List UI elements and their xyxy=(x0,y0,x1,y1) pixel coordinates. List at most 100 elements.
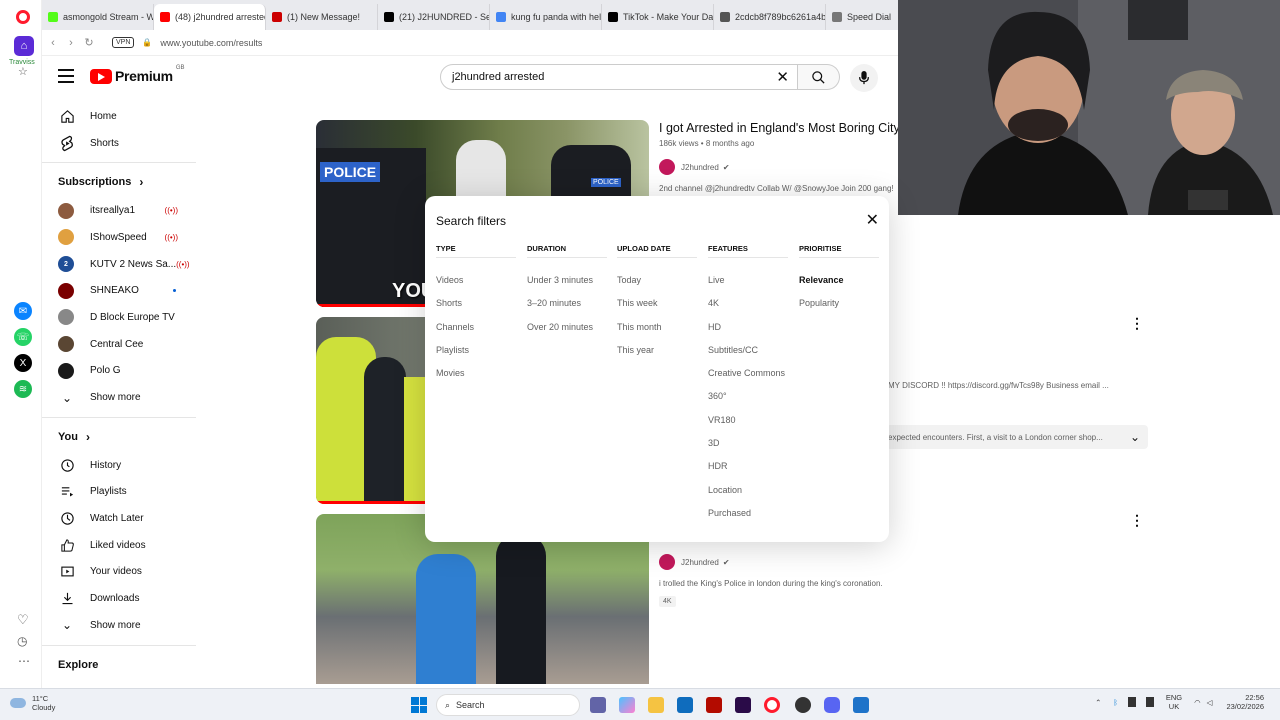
messenger-icon[interactable]: ✉ xyxy=(14,302,32,320)
filter-option[interactable]: VR180 xyxy=(708,415,788,438)
filter-option[interactable]: Videos xyxy=(436,275,516,298)
file-explorer-icon[interactable] xyxy=(648,697,664,713)
clock-icon[interactable]: ◷ xyxy=(17,634,27,648)
vpn-badge[interactable]: VPN xyxy=(112,37,135,48)
filter-option[interactable]: This month xyxy=(617,322,697,345)
workspace-star-icon[interactable]: ☆ xyxy=(18,65,28,78)
opera-icon[interactable] xyxy=(764,697,780,713)
guide-item-history[interactable]: History xyxy=(42,452,202,479)
tray-app-icon[interactable] xyxy=(1127,697,1136,707)
subscription-item[interactable]: D Block Europe TV xyxy=(42,304,202,331)
channel-name[interactable]: J2hundred xyxy=(681,163,719,172)
taskbar-search[interactable]: ⌕ Search xyxy=(436,694,580,716)
browser-tab[interactable]: 2cdcb8f789bc6261a4ba2 xyxy=(714,4,826,30)
filter-option[interactable]: Purchased xyxy=(708,508,788,531)
tray-app-icon[interactable] xyxy=(1145,697,1154,707)
browser-tab[interactable]: asmongold Stream - Watc xyxy=(42,4,154,30)
filter-option[interactable]: 4K xyxy=(708,298,788,321)
chapters-row[interactable]: expected encounters. First, a visit to a… xyxy=(886,425,1148,449)
weather-widget[interactable]: 11°C Cloudy xyxy=(10,694,55,712)
subscription-item[interactable]: itsreallya1 ((•)) xyxy=(42,197,202,224)
filter-option[interactable]: Location xyxy=(708,485,788,508)
discord-icon[interactable] xyxy=(824,697,840,713)
filter-option[interactable]: 3D xyxy=(708,438,788,461)
browser-tab[interactable]: kung fu panda with helme xyxy=(490,4,602,30)
filter-option[interactable]: Channels xyxy=(436,322,516,345)
wifi-icon[interactable]: ◠ xyxy=(1194,698,1201,707)
browser-tab[interactable]: (48) j2hundred arrested - xyxy=(154,4,266,30)
show-more-you[interactable]: ⌄ Show more xyxy=(42,612,202,639)
remote-desktop-icon[interactable] xyxy=(853,697,869,713)
filter-option[interactable]: 3–20 minutes xyxy=(527,298,607,321)
filter-option[interactable]: Under 3 minutes xyxy=(527,275,607,298)
guide-item-downloads[interactable]: Downloads xyxy=(42,585,202,612)
app-icon[interactable] xyxy=(795,697,811,713)
channel-name[interactable]: J2hundred xyxy=(681,558,719,567)
subscription-item[interactable]: IShowSpeed ((•)) xyxy=(42,224,202,251)
filter-option[interactable]: Movies xyxy=(436,368,516,391)
close-icon[interactable]: ✕ xyxy=(866,210,879,230)
guide-section-you[interactable]: You › xyxy=(42,422,202,452)
avatar[interactable] xyxy=(659,159,675,175)
filter-option[interactable]: 360° xyxy=(708,391,788,414)
chevron-up-icon[interactable]: ⌃ xyxy=(1095,698,1101,707)
filter-option[interactable]: Popularity xyxy=(799,298,879,321)
opera-logo-icon[interactable] xyxy=(16,10,30,24)
filter-option[interactable]: Playlists xyxy=(436,345,516,368)
more-icon[interactable]: ⋯ xyxy=(18,654,30,668)
filter-option[interactable]: Over 20 minutes xyxy=(527,322,607,345)
guide-section-explore[interactable]: Explore xyxy=(42,650,202,680)
clock[interactable]: 22:56 23/02/2026 xyxy=(1226,693,1264,711)
browser-tab[interactable]: Speed Dial xyxy=(826,4,898,30)
guide-item-home[interactable]: Home xyxy=(42,103,202,130)
guide-item-your-videos[interactable]: Your videos xyxy=(42,559,202,586)
filter-option[interactable]: Today xyxy=(617,275,697,298)
guide-item-liked-videos[interactable]: Liked videos xyxy=(42,532,202,559)
workspace-icon[interactable]: ⌂ xyxy=(14,36,34,56)
filter-option[interactable]: Shorts xyxy=(436,298,516,321)
browser-tab[interactable]: (1) New Message! xyxy=(266,4,378,30)
show-more-subscriptions[interactable]: ⌄ Show more xyxy=(42,384,202,411)
more-options-icon[interactable]: ⋮ xyxy=(1130,315,1144,332)
channel-info[interactable]: J2hundred ✔ xyxy=(659,159,730,175)
browser-tab[interactable]: (21) J2HUNDRED - Search xyxy=(378,4,490,30)
filter-option[interactable]: Relevance xyxy=(799,275,879,298)
outlook-icon[interactable] xyxy=(677,697,693,713)
subscription-item[interactable]: SHNEAKO xyxy=(42,277,202,304)
reload-icon[interactable]: ↻ xyxy=(80,36,98,49)
x-twitter-icon[interactable]: X xyxy=(14,354,32,372)
filter-option[interactable]: This year xyxy=(617,345,697,368)
video-title[interactable]: I got Arrested in England's Most Boring … xyxy=(659,121,898,135)
back-icon[interactable]: ‹ xyxy=(44,37,62,49)
subscription-item[interactable]: Central Cee xyxy=(42,331,202,358)
guide-item-shorts[interactable]: Shorts xyxy=(42,130,202,157)
search-input[interactable]: j2hundred arrested ✕ xyxy=(440,64,798,90)
start-icon[interactable] xyxy=(411,697,427,713)
url-field[interactable]: www.youtube.com/results xyxy=(160,38,262,48)
subscription-item[interactable]: Polo G xyxy=(42,358,202,385)
youtube-logo[interactable]: Premium GB xyxy=(90,65,184,84)
teams-icon[interactable] xyxy=(590,697,606,713)
search-button[interactable] xyxy=(798,64,840,90)
bluetooth-icon[interactable]: ᛒ xyxy=(1113,698,1118,707)
filter-option[interactable]: Creative Commons xyxy=(708,368,788,391)
browser-tab[interactable]: TikTok - Make Your Day xyxy=(602,4,714,30)
premiere-icon[interactable] xyxy=(735,697,751,713)
copilot-icon[interactable] xyxy=(619,697,635,713)
filter-option[interactable]: This week xyxy=(617,298,697,321)
filter-option[interactable]: HD xyxy=(708,322,788,345)
guide-item-watch-later[interactable]: Watch Later xyxy=(42,505,202,532)
filter-option[interactable]: Subtitles/CC xyxy=(708,345,788,368)
more-options-icon[interactable]: ⋮ xyxy=(1130,512,1144,529)
forward-icon[interactable]: › xyxy=(62,37,80,49)
volume-icon[interactable]: ◁ xyxy=(1207,698,1213,707)
chevron-down-icon[interactable]: ⌄ xyxy=(1130,430,1140,444)
guide-section-subscriptions[interactable]: Subscriptions › xyxy=(42,167,202,197)
language-indicator[interactable]: ENG UK xyxy=(1166,693,1182,711)
menu-icon[interactable] xyxy=(58,69,74,83)
filter-option[interactable]: Live xyxy=(708,275,788,298)
whatsapp-icon[interactable]: ☏ xyxy=(14,328,32,346)
guide-item-playlists[interactable]: Playlists xyxy=(42,479,202,506)
voice-search-button[interactable] xyxy=(850,64,878,92)
clear-search-icon[interactable]: ✕ xyxy=(776,68,789,86)
